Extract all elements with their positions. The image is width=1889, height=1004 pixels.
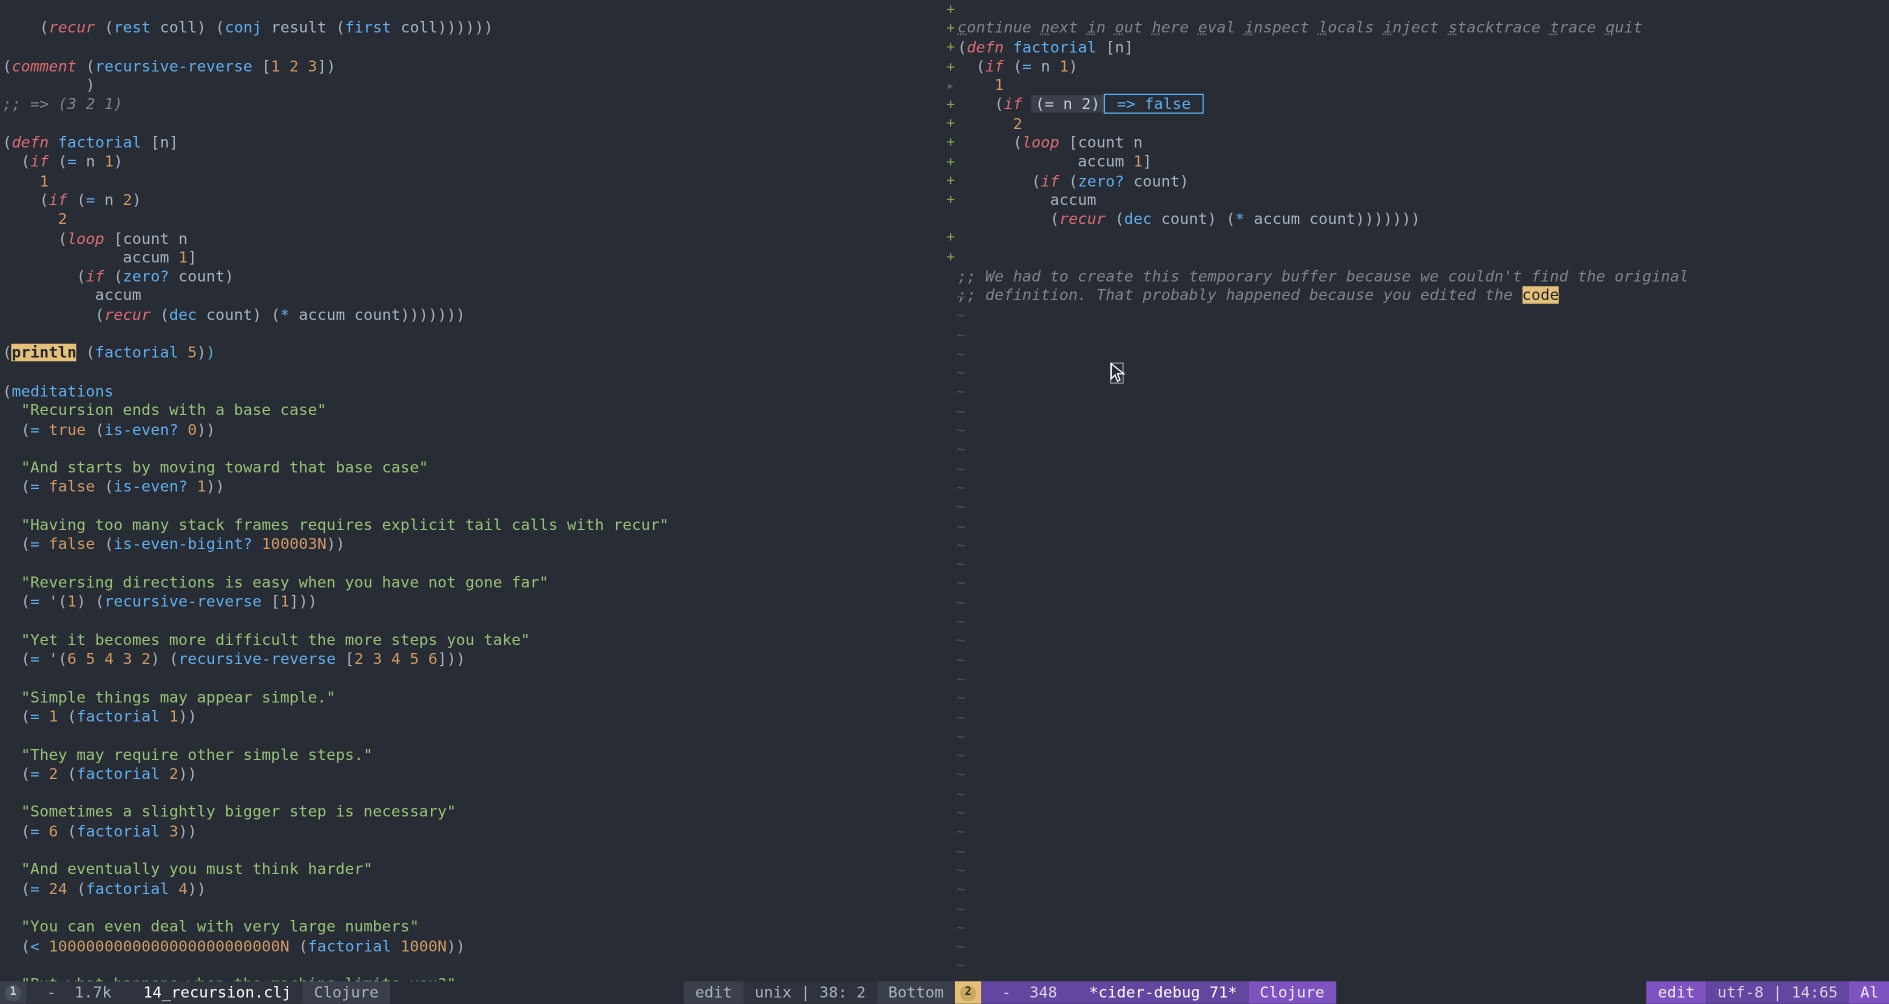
code-highlight: code: [1522, 287, 1559, 305]
scroll-pos-left: Bottom: [877, 981, 955, 1004]
scroll-pos-right: Al: [1849, 981, 1889, 1004]
debug-result: => false: [1104, 94, 1204, 114]
debug-note-line2: ;; definition. That probably happened be…: [958, 287, 1523, 305]
empty-line-tildes: ~~~~~ ~~~~~ ~~~~~ ~~~~~ ~~~~~ ~~~~~ ~~~~…: [956, 288, 965, 976]
window-number-right: 2: [960, 984, 976, 1000]
debug-current-expr: (= n 2): [1032, 96, 1104, 114]
filesize-left: - 1.7k: [26, 981, 132, 1004]
right-code-area[interactable]: continue next in out here eval inspect l…: [955, 0, 1889, 306]
edit-state-left: edit: [684, 981, 744, 1004]
vertical-split[interactable]: ++++ ▸ ++++ ++ ++: [946, 0, 955, 981]
left-code-area[interactable]: (recur (rest coll) (conj result (first c…: [0, 0, 946, 981]
println-call: println: [12, 344, 77, 362]
right-debug-pane[interactable]: continue next in out here eval inspect l…: [955, 0, 1889, 981]
statusbars: 1 - 1.7k 14_recursion.clj Clojure edit u…: [0, 981, 1889, 1004]
mode-left: Clojure: [303, 981, 390, 1004]
mouse-cursor-icon: [1110, 363, 1124, 384]
status-bar-right: 2 - 348 *cider-debug 71* Clojure edit ut…: [955, 981, 1889, 1004]
encoding-left: unix | 38: 2: [743, 981, 877, 1004]
window-number-left: 1: [5, 984, 21, 1000]
mode-right: Clojure: [1248, 981, 1335, 1004]
left-editor-pane[interactable]: (recur (rest coll) (conj result (first c…: [0, 0, 946, 981]
encoding-right: utf-8 | 14:65: [1706, 981, 1849, 1004]
filename-left: 14_recursion.clj: [132, 981, 303, 1004]
status-bar-left: 1 - 1.7k 14_recursion.clj Clojure edit u…: [0, 981, 955, 1004]
edit-state-right: edit: [1647, 981, 1707, 1004]
filename-right: *cider-debug 71*: [1078, 981, 1249, 1004]
debug-note-line1: ;; We had to create this temporary buffe…: [958, 268, 1689, 286]
filesize-right: - 348: [981, 981, 1078, 1004]
